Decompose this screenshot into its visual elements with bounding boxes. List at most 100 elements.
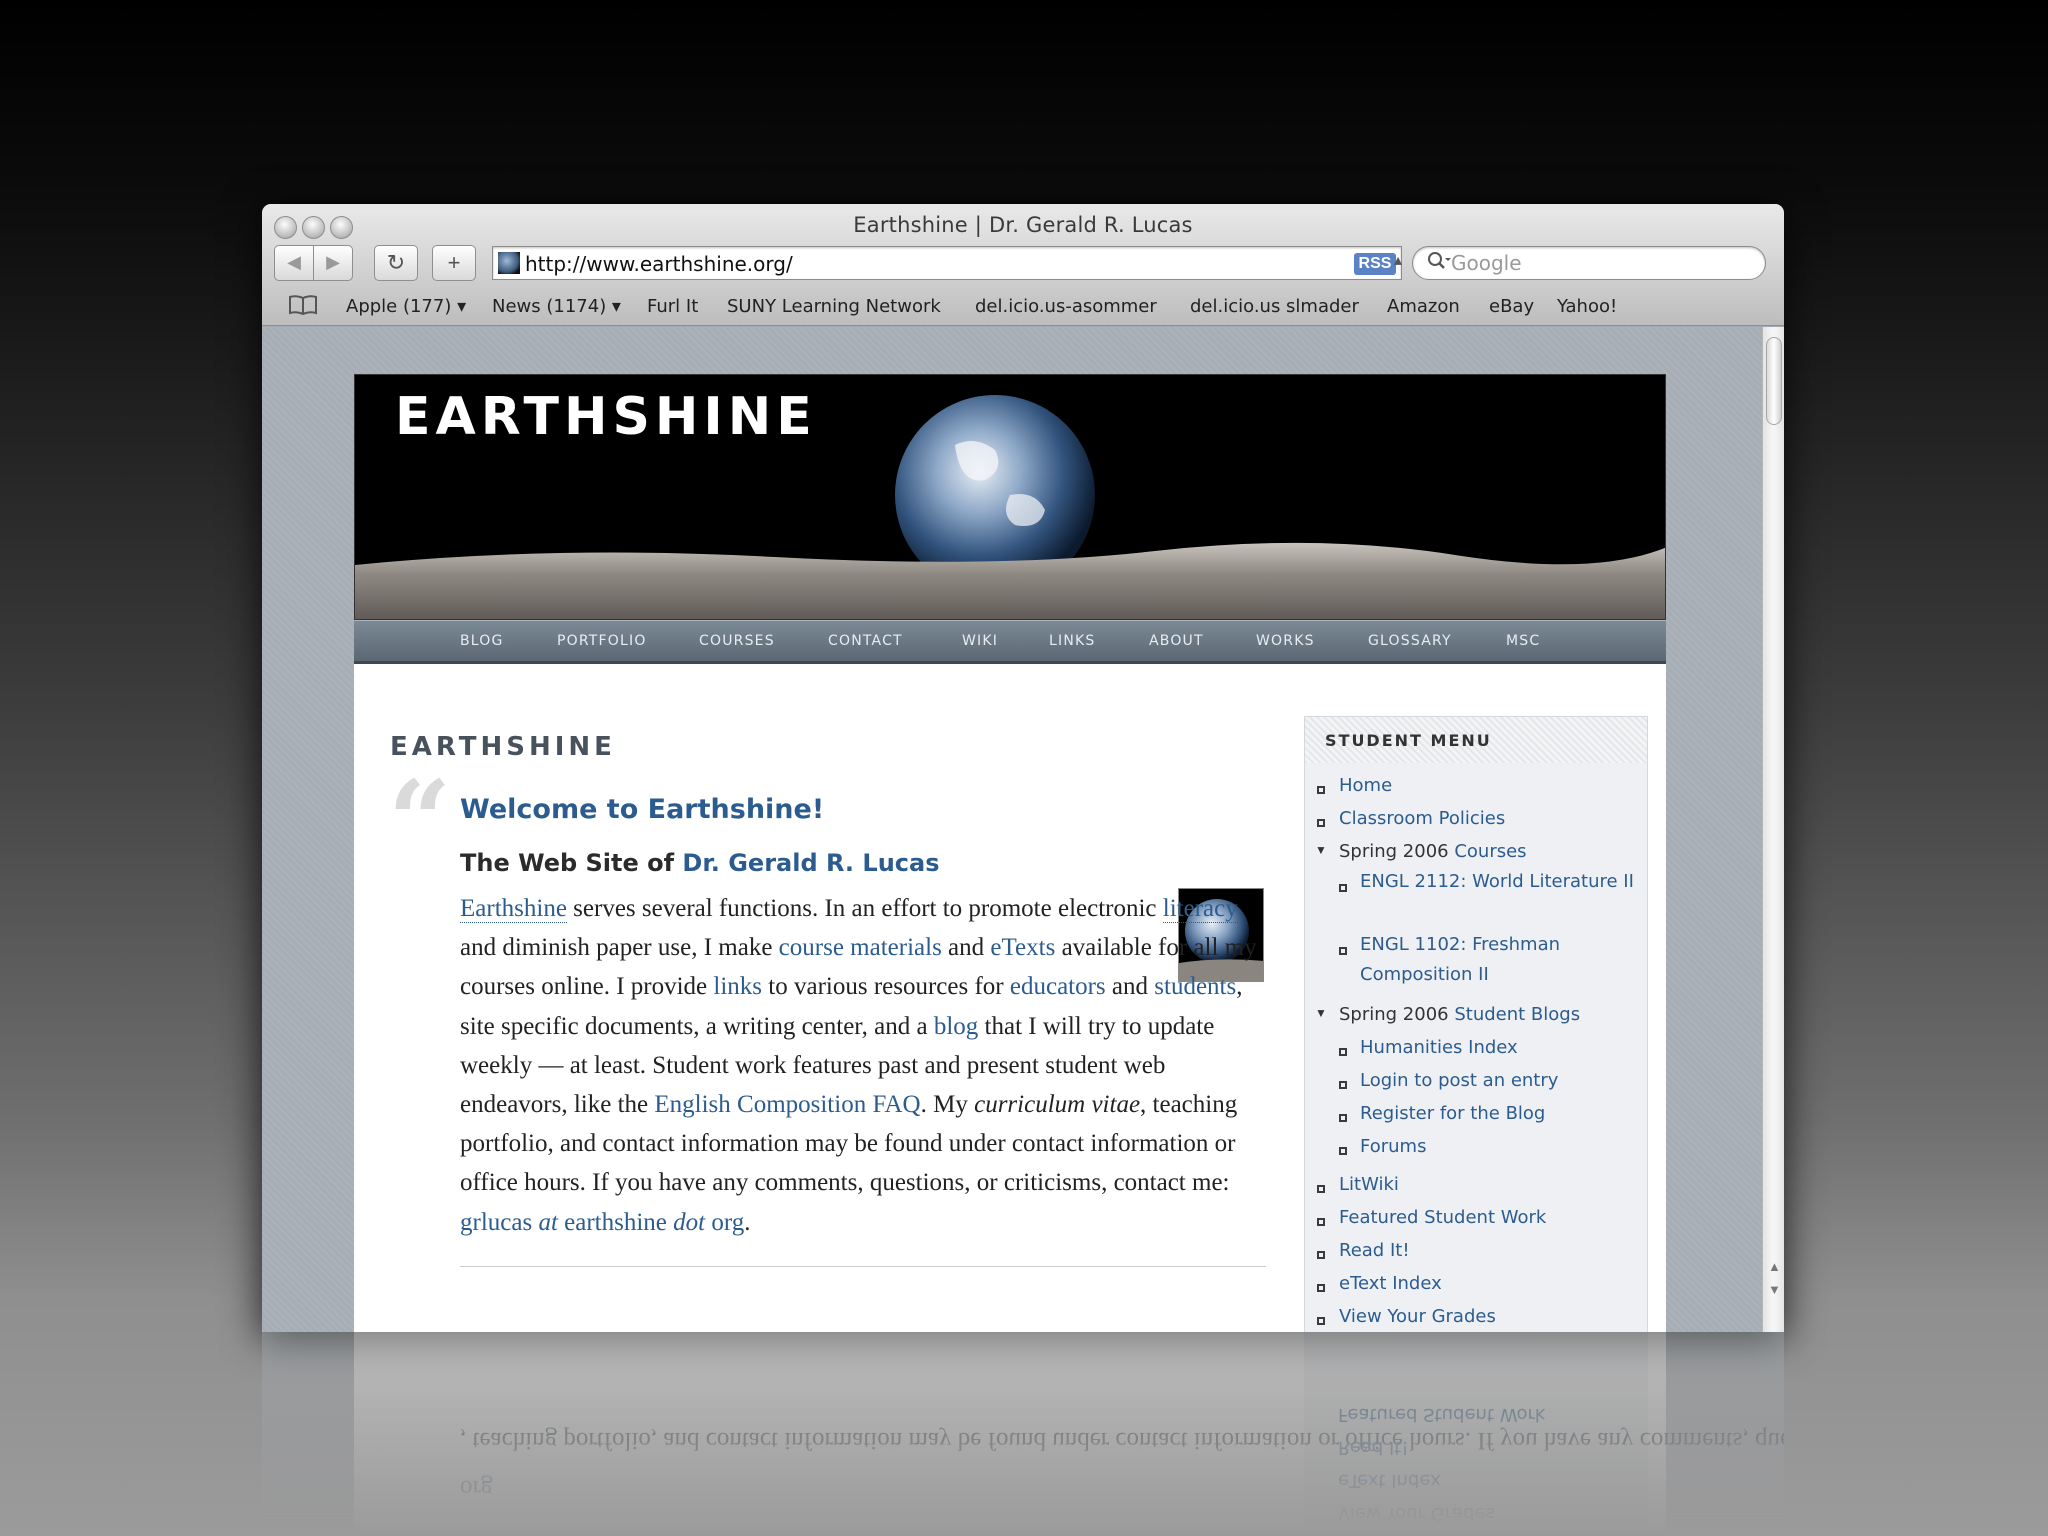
menu-register[interactable]: Register for the Blog	[1360, 1103, 1545, 1124]
menu-login[interactable]: Login to post an entry	[1360, 1070, 1558, 1091]
bookmark-ebay[interactable]: eBay	[1489, 296, 1534, 317]
scroll-thumb[interactable]	[1766, 337, 1782, 425]
author-link[interactable]: Dr. Gerald R. Lucas	[682, 849, 939, 877]
browser-window: Earthshine | Dr. Gerald R. Lucas ◀ ▶ ↻ +…	[262, 204, 1784, 1332]
students-link[interactable]: students	[1154, 973, 1236, 1000]
email-link[interactable]: grlucas at earthshine dot org	[460, 1209, 744, 1236]
scroll-up-icon[interactable]: ▲	[1768, 1259, 1781, 1274]
disclosure-triangle-icon[interactable]: ▼	[1315, 1006, 1327, 1020]
reflection-line-3: View Your Grades	[1338, 1503, 1495, 1524]
window-reflection: org , teaching portfolio, and contact in…	[262, 1332, 1784, 1536]
bullet-icon	[1317, 1185, 1325, 1193]
bookmark-delicious-asommer[interactable]: del.icio.us-asommer	[975, 296, 1157, 317]
menu-home[interactable]: Home	[1339, 775, 1392, 796]
bullet-icon	[1317, 819, 1325, 827]
menu-litwiki[interactable]: LitWiki	[1339, 1174, 1399, 1195]
email-at: at	[538, 1208, 558, 1236]
literacy-link[interactable]: literacy	[1162, 895, 1238, 923]
reflection-line-4: eText Index	[1338, 1470, 1441, 1491]
bullet-icon	[1317, 1251, 1325, 1259]
student-menu: STUDENT MENU Home Classroom Policies ▼ S…	[1304, 716, 1648, 1332]
welcome-title[interactable]: Welcome to Earthshine!	[460, 794, 824, 825]
url-text[interactable]: http://www.earthshine.org/	[525, 252, 793, 276]
reflection-line-2: , teaching portfolio, and contact inform…	[460, 1427, 1784, 1454]
reflection-line-5: Read It!	[1338, 1437, 1409, 1458]
spring-courses-prefix: Spring 2006	[1339, 841, 1455, 862]
faq-link[interactable]: English Composition FAQ	[654, 1091, 920, 1118]
rss-button[interactable]: RSS	[1354, 253, 1396, 275]
menu-read-it[interactable]: Read It!	[1339, 1240, 1410, 1261]
site-nav: BLOG PORTFOLIO COURSES CONTACT WIKI LINK…	[354, 620, 1666, 664]
menu-featured-work[interactable]: Featured Student Work	[1339, 1207, 1546, 1228]
bookmark-delicious-slmader[interactable]: del.icio.us slmader	[1190, 296, 1359, 317]
earthshine-link[interactable]: Earthshine	[460, 895, 567, 923]
menu-classroom-policies[interactable]: Classroom Policies	[1339, 808, 1505, 829]
links-link[interactable]: links	[713, 973, 762, 1000]
search-field[interactable]	[1412, 246, 1766, 280]
subtitle-prefix: The Web Site of	[460, 849, 683, 877]
nav-contact[interactable]: CONTACT	[828, 633, 903, 649]
earthrise-image	[355, 395, 1665, 619]
bullet-icon	[1317, 1284, 1325, 1292]
menu-view-grades[interactable]: View Your Grades	[1339, 1306, 1496, 1327]
bookmarks-book-icon[interactable]	[288, 294, 318, 322]
nav-about[interactable]: ABOUT	[1149, 633, 1204, 649]
etexts-link[interactable]: eTexts	[990, 934, 1055, 961]
bullet-icon	[1317, 786, 1325, 794]
nav-links[interactable]: LINKS	[1049, 633, 1095, 649]
body-text-1: serves several functions. In an effort t…	[566, 895, 1163, 922]
nav-glossary[interactable]: GLOSSARY	[1368, 633, 1452, 649]
menu-humanities-index[interactable]: Humanities Index	[1360, 1037, 1518, 1058]
bookmark-yahoo[interactable]: Yahoo!	[1557, 296, 1617, 317]
educators-link[interactable]: educators	[1010, 973, 1106, 1000]
nav-courses[interactable]: COURSES	[699, 633, 775, 649]
menu-engl-2112[interactable]: ENGL 2112: World Literature II	[1360, 867, 1640, 897]
bullet-icon	[1339, 947, 1347, 955]
window-title: Earthshine | Dr. Gerald R. Lucas	[853, 213, 1193, 237]
nav-blog[interactable]: BLOG	[460, 633, 504, 649]
favicon-earth-icon	[498, 252, 520, 274]
menu-etext-index[interactable]: eText Index	[1339, 1273, 1442, 1294]
bookmark-amazon[interactable]: Amazon	[1387, 296, 1460, 317]
student-blogs-link[interactable]: Student Blogs	[1454, 1004, 1580, 1025]
menu-forums[interactable]: Forums	[1360, 1136, 1426, 1157]
body-text-9: . My	[920, 1091, 975, 1119]
menu-engl-1102[interactable]: ENGL 1102: Freshman Composition II	[1360, 930, 1640, 990]
menu-spring-courses: Spring 2006 Courses	[1339, 841, 1527, 862]
site-subtitle: The Web Site of Dr. Gerald R. Lucas	[460, 849, 939, 877]
scroll-down-icon[interactable]: ▼	[1768, 1282, 1781, 1297]
url-dropdown-icon[interactable]: ▴	[1394, 250, 1402, 270]
reflection-content: org , teaching portfolio, and contact in…	[262, 1332, 1784, 1536]
forward-button[interactable]: ▶	[313, 245, 353, 281]
vertical-scrollbar[interactable]: ▲ ▼	[1762, 327, 1784, 1332]
nav-msc[interactable]: MSC	[1506, 633, 1540, 649]
course-materials-link[interactable]: course materials	[779, 934, 942, 961]
disclosure-triangle-icon[interactable]: ▼	[1315, 843, 1327, 857]
email-part-2: earthshine	[557, 1208, 674, 1236]
bookmarks-bar: Apple (177) ▾ News (1174) ▾ Furl It SUNY…	[262, 290, 1784, 326]
cv-text: curriculum vitae	[974, 1091, 1141, 1119]
bookmark-furl-it[interactable]: Furl It	[647, 296, 698, 317]
bookmark-apple[interactable]: Apple (177) ▾	[346, 296, 466, 317]
nav-works[interactable]: WORKS	[1256, 633, 1315, 649]
search-icon[interactable]	[1427, 251, 1451, 279]
email-part-1: grlucas	[460, 1208, 539, 1236]
address-bar[interactable]: http://www.earthshine.org/ RSS	[492, 246, 1402, 280]
intro-paragraph: Earthshine serves several functions. In …	[460, 889, 1266, 1242]
email-part-3: org	[705, 1208, 745, 1236]
bullet-icon	[1317, 1317, 1325, 1325]
bookmark-news[interactable]: News (1174) ▾	[492, 296, 621, 317]
bookmark-suny[interactable]: SUNY Learning Network	[727, 296, 941, 317]
reload-button[interactable]: ↻	[374, 245, 418, 281]
back-button[interactable]: ◀	[274, 245, 314, 281]
courses-link[interactable]: Courses	[1454, 841, 1526, 862]
body-text-6: and	[1105, 973, 1155, 1001]
quote-mark-icon: “	[388, 756, 452, 885]
search-input[interactable]	[1451, 251, 1741, 275]
blog-link[interactable]: blog	[934, 1013, 978, 1040]
add-bookmark-button[interactable]: +	[432, 245, 476, 281]
bullet-icon	[1339, 1147, 1347, 1155]
nav-wiki[interactable]: WIKI	[962, 633, 998, 649]
student-menu-title: STUDENT MENU	[1305, 717, 1647, 763]
nav-portfolio[interactable]: PORTFOLIO	[557, 633, 647, 649]
